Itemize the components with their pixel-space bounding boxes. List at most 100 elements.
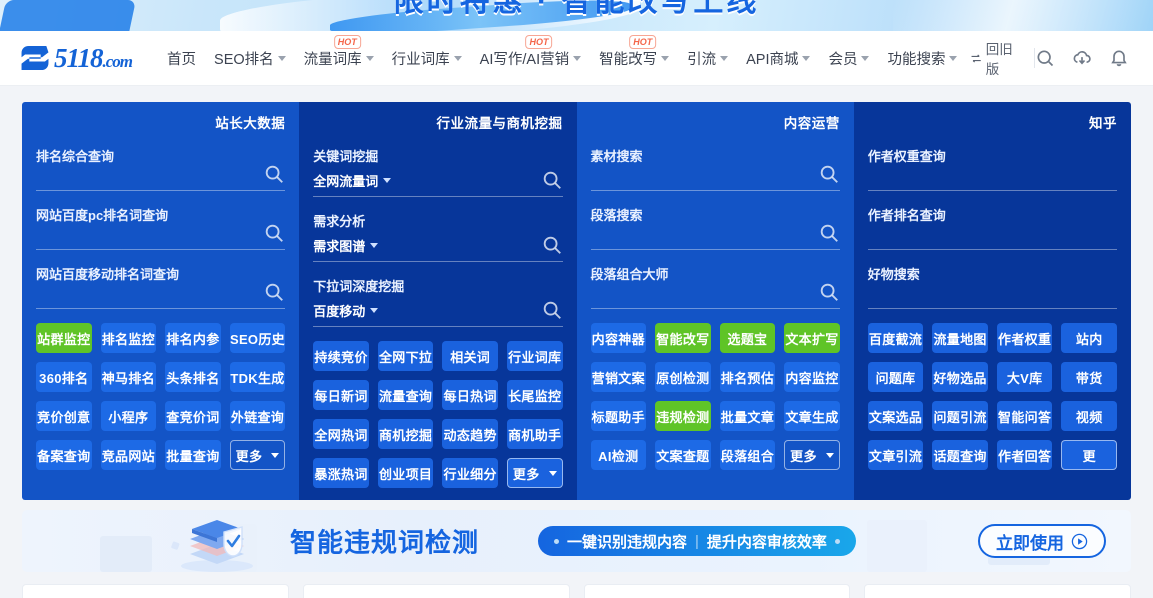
nav-item-7[interactable]: API商城 bbox=[737, 31, 819, 86]
search-icon[interactable] bbox=[263, 163, 285, 185]
bell-icon[interactable] bbox=[1109, 48, 1129, 68]
tag-more-button[interactable]: 更多 bbox=[229, 440, 286, 470]
bottom-card[interactable] bbox=[302, 584, 570, 598]
tag-button[interactable]: 话题查询 bbox=[932, 440, 988, 470]
tag-button[interactable]: 文章生成 bbox=[784, 401, 840, 431]
tag-more-button[interactable]: 更 bbox=[1061, 440, 1117, 470]
tag-button[interactable]: 神马排名 bbox=[100, 362, 157, 392]
tag-button[interactable]: 作者回答 bbox=[996, 440, 1053, 470]
tag-button[interactable]: 选题宝 bbox=[719, 323, 776, 353]
tag-button[interactable]: 站内 bbox=[1061, 323, 1117, 353]
tag-button[interactable]: 查竞价词 bbox=[165, 401, 221, 431]
tag-button[interactable]: 商机助手 bbox=[506, 419, 563, 449]
tag-button[interactable]: TDK生成 bbox=[229, 362, 286, 392]
tag-button[interactable]: 作者权重 bbox=[996, 323, 1053, 353]
tag-button[interactable]: 带货 bbox=[1061, 362, 1117, 392]
tag-button[interactable]: AI检测 bbox=[590, 440, 647, 470]
promo-strip[interactable]: 智能违规词检测 一键识别违规内容 | 提升内容审核效率 立即使用 bbox=[22, 510, 1131, 572]
tag-button[interactable]: 文案查题 bbox=[655, 440, 711, 470]
tag-button[interactable]: 内容神器 bbox=[590, 323, 647, 353]
tag-button[interactable]: 视频 bbox=[1061, 401, 1117, 431]
nav-item-9[interactable]: 功能搜索 bbox=[878, 31, 966, 86]
field-select[interactable]: 需求图谱 bbox=[313, 236, 379, 255]
tag-button[interactable]: 百度截流 bbox=[867, 323, 924, 353]
nav-item-2[interactable]: HOT 流量词库 bbox=[295, 31, 383, 86]
tag-button[interactable]: SEO历史 bbox=[229, 323, 286, 353]
tag-button[interactable]: 原创检测 bbox=[655, 362, 711, 392]
tag-button[interactable]: 排名内参 bbox=[165, 323, 221, 353]
bottom-card[interactable] bbox=[22, 584, 289, 598]
tag-button[interactable]: 行业词库 bbox=[506, 341, 563, 371]
tag-button[interactable]: 商机挖掘 bbox=[377, 419, 434, 449]
search-icon[interactable] bbox=[1035, 48, 1055, 68]
tag-button[interactable]: 排名监控 bbox=[100, 323, 157, 353]
tag-button[interactable]: 文案选品 bbox=[867, 401, 924, 431]
tag-button[interactable]: 段落组合 bbox=[719, 440, 776, 470]
tag-button[interactable]: 暴涨热词 bbox=[313, 458, 369, 488]
bottom-card[interactable] bbox=[583, 584, 851, 598]
nav-item-0[interactable]: 首页 bbox=[158, 31, 205, 86]
tag-button[interactable]: 智能问答 bbox=[996, 401, 1053, 431]
tag-button[interactable]: 站群监控 bbox=[36, 323, 92, 353]
tag-more-button[interactable]: 更多 bbox=[506, 458, 563, 488]
tag-button[interactable]: 头条排名 bbox=[165, 362, 221, 392]
search-icon[interactable] bbox=[263, 281, 285, 303]
tag-button[interactable]: 外链查询 bbox=[229, 401, 286, 431]
tag-button[interactable]: 流量地图 bbox=[932, 323, 988, 353]
tag-button[interactable]: 好物选品 bbox=[932, 362, 988, 392]
tag-button[interactable]: 排名预估 bbox=[719, 362, 776, 392]
tag-button[interactable]: 小程序 bbox=[100, 401, 157, 431]
search-icon[interactable] bbox=[541, 234, 563, 256]
tag-button[interactable]: 长尾监控 bbox=[506, 380, 563, 410]
top-promo-banner[interactable]: 限时特惠 · 智能改写上线 bbox=[0, 0, 1153, 31]
tag-button[interactable]: 持续竞价 bbox=[313, 341, 369, 371]
tag-button[interactable]: 违规检测 bbox=[655, 401, 711, 431]
tag-button[interactable]: 相关词 bbox=[442, 341, 498, 371]
tag-button[interactable]: 创业项目 bbox=[377, 458, 434, 488]
search-icon[interactable] bbox=[541, 299, 563, 321]
field-select[interactable]: 全网流量词 bbox=[313, 171, 392, 190]
search-icon[interactable] bbox=[263, 222, 285, 244]
tag-button[interactable]: 智能改写 bbox=[655, 323, 711, 353]
tag-button[interactable]: 每日热词 bbox=[442, 380, 498, 410]
tag-button[interactable]: 内容监控 bbox=[784, 362, 840, 392]
tag-button[interactable]: 全网热词 bbox=[313, 419, 369, 449]
search-icon[interactable] bbox=[818, 163, 840, 185]
search-icon[interactable] bbox=[818, 222, 840, 244]
tag-button[interactable]: 批量文章 bbox=[719, 401, 776, 431]
tag-button[interactable]: 批量查询 bbox=[165, 440, 221, 470]
tag-button[interactable]: 行业细分 bbox=[442, 458, 498, 488]
nav-item-4[interactable]: HOT AI写作/AI营销 bbox=[471, 31, 590, 86]
tag-button[interactable]: 全网下拉 bbox=[377, 341, 434, 371]
nav-item-5[interactable]: HOT 智能改写 bbox=[590, 31, 678, 86]
tag-button[interactable]: 问题库 bbox=[867, 362, 924, 392]
tag-button[interactable]: 每日新词 bbox=[313, 380, 369, 410]
tag-button[interactable]: 备案查询 bbox=[36, 440, 92, 470]
tag-button[interactable]: 文本扩写 bbox=[784, 323, 840, 353]
tag-button[interactable]: 大V库 bbox=[996, 362, 1053, 392]
tag-label: 原创检测 bbox=[656, 370, 710, 386]
tag-button[interactable]: 营销文案 bbox=[590, 362, 647, 392]
field-select[interactable]: 百度移动 bbox=[313, 301, 379, 320]
download-cloud-icon[interactable] bbox=[1072, 48, 1092, 68]
search-icon[interactable] bbox=[541, 169, 563, 191]
tag-button[interactable]: 竞价创意 bbox=[36, 401, 92, 431]
tag-button[interactable]: 文章引流 bbox=[867, 440, 924, 470]
bottom-card[interactable] bbox=[864, 584, 1131, 598]
tag-button[interactable]: 流量查询 bbox=[377, 380, 434, 410]
tag-button[interactable]: 标题助手 bbox=[590, 401, 647, 431]
tag-more-button[interactable]: 更多 bbox=[784, 440, 840, 470]
switch-old-version-link[interactable]: 回旧版 bbox=[966, 38, 1034, 78]
tag-button[interactable]: 问题引流 bbox=[932, 401, 988, 431]
promo-cta-button[interactable]: 立即使用 bbox=[978, 524, 1106, 558]
tag-button[interactable]: 动态趋势 bbox=[442, 419, 498, 449]
search-icon[interactable] bbox=[818, 281, 840, 303]
nav-item-8[interactable]: 会员 bbox=[819, 31, 878, 86]
tag-button[interactable]: 竞品网站 bbox=[100, 440, 157, 470]
site-logo[interactable]: 5118.com bbox=[18, 41, 133, 75]
nav-item-1[interactable]: SEO排名 bbox=[205, 31, 295, 86]
tag-button[interactable]: 360排名 bbox=[36, 362, 92, 392]
tag-label: 站群监控 bbox=[37, 331, 91, 347]
nav-item-6[interactable]: 引流 bbox=[678, 31, 737, 86]
nav-item-3[interactable]: 行业词库 bbox=[383, 31, 471, 86]
